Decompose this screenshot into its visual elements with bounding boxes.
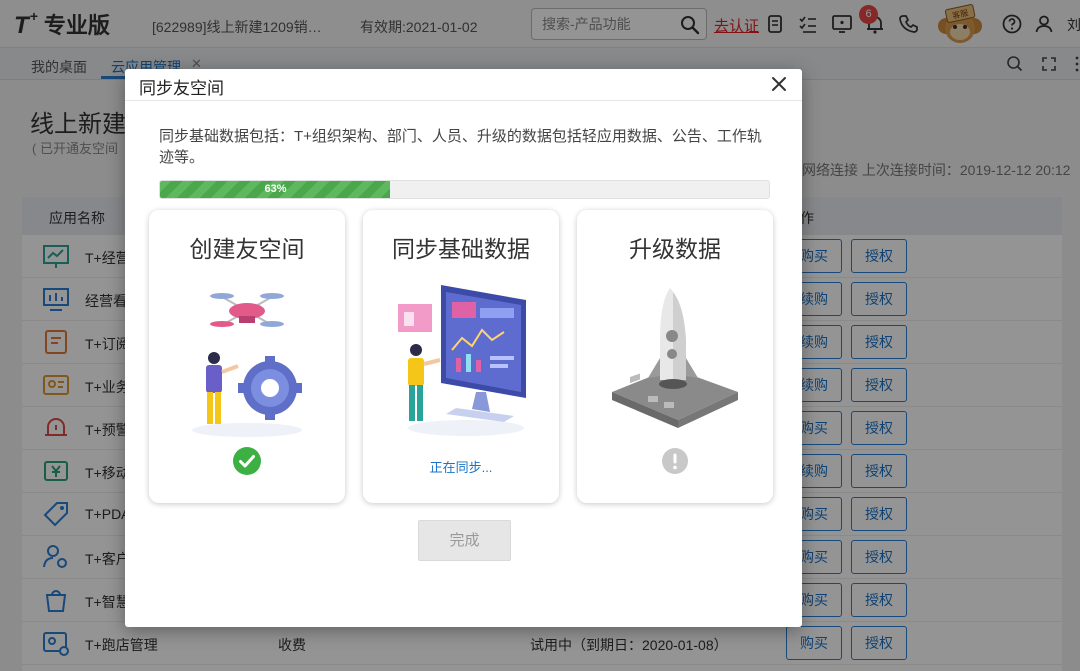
step-card-create-space: 创建友空间: [149, 210, 345, 503]
step-title: 同步基础数据: [392, 236, 530, 262]
rocket-illustration-icon: [612, 288, 738, 428]
step-title: 升级数据: [629, 236, 721, 262]
drone-gear-illustration-icon: [192, 293, 302, 437]
dialog-description: 同步基础数据包括：T+组织架构、部门、人员、升级的数据包括轻应用数据、公告、工作…: [159, 128, 762, 166]
data-dashboard-illustration-icon: [398, 285, 526, 436]
done-button[interactable]: 完成: [418, 520, 511, 561]
step-card-sync-basic-data: 同步基础数据 正在同步...: [363, 210, 559, 503]
step-title: 创建友空间: [189, 236, 305, 262]
dialog-header: 同步友空间: [125, 69, 802, 101]
step-card-upgrade-data: 升级数据: [577, 210, 773, 503]
dialog-title: 同步友空间: [139, 79, 224, 98]
sync-dialog: 同步友空间 同步基础数据包括：T+组织架构、部门、人员、升级的数据包括轻应用数据…: [125, 69, 802, 627]
progress-label: 63%: [264, 183, 287, 195]
check-circle-icon: [233, 447, 261, 475]
sync-status-text: 正在同步...: [429, 460, 493, 475]
sync-progress-bar: 63%: [159, 180, 770, 199]
warning-circle-icon: [662, 448, 688, 474]
close-icon[interactable]: [770, 75, 788, 93]
